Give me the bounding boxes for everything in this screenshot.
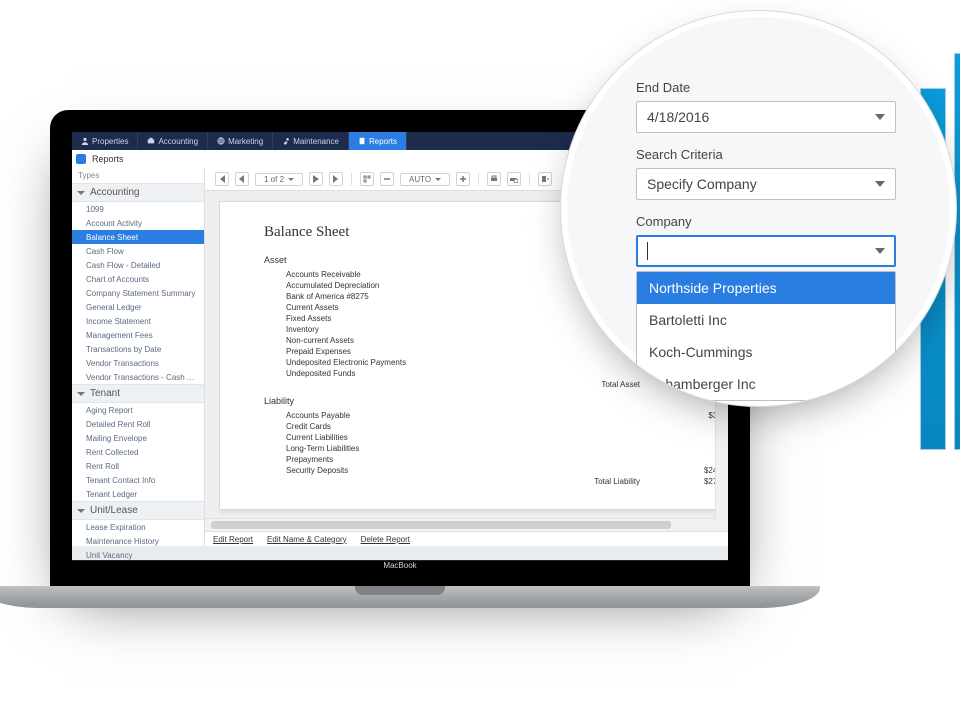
group-header[interactable]: Accounting bbox=[72, 183, 204, 202]
last-page-button[interactable] bbox=[329, 172, 343, 186]
chevron-down-icon bbox=[875, 114, 885, 120]
report-row: Accounts Payable$3,850.00 bbox=[264, 410, 728, 421]
search-criteria-label: Search Criteria bbox=[636, 147, 896, 162]
document-icon bbox=[358, 137, 366, 145]
sidebar-item[interactable]: Rent Roll bbox=[72, 459, 204, 473]
sidebar-item[interactable]: Detailed Rent Roll bbox=[72, 417, 204, 431]
sidebar-item[interactable]: 1099 bbox=[72, 202, 204, 216]
edit-name-category[interactable]: Edit Name & Category bbox=[267, 535, 347, 544]
company-label: Company bbox=[636, 214, 896, 229]
sidebar-item[interactable]: Tenant Contact Info bbox=[72, 473, 204, 487]
sidebar-item[interactable]: Income Statement bbox=[72, 314, 204, 328]
caret-down-icon bbox=[77, 392, 85, 396]
search-criteria-value: Specify Company bbox=[647, 176, 757, 192]
company-dropdown: Northside Properties Bartoletti Inc Koch… bbox=[636, 271, 896, 401]
sidebar-item[interactable]: Maintenance History bbox=[72, 534, 204, 548]
page-text: 1 of 2 bbox=[264, 175, 284, 184]
end-date-label: End Date bbox=[636, 80, 896, 95]
reports-icon bbox=[76, 154, 86, 164]
sidebar-item[interactable]: Transactions by Date bbox=[72, 342, 204, 356]
chevron-down-icon bbox=[435, 178, 441, 181]
report-row: Current Liabilities$0.00 bbox=[264, 432, 728, 443]
sidebar-item[interactable]: Lease Expiration bbox=[72, 520, 204, 534]
nav-label: Maintenance bbox=[293, 137, 339, 146]
chevron-down-icon bbox=[875, 181, 885, 187]
sidebar-item[interactable]: Chart of Accounts bbox=[72, 272, 204, 286]
sidebar-item[interactable]: Vendor Transactions bbox=[72, 356, 204, 370]
report-sidebar: Types Accounting 1099Account ActivityBala… bbox=[72, 168, 205, 546]
report-row: Prepayments$0.00 bbox=[264, 454, 728, 465]
text-cursor bbox=[647, 242, 648, 260]
zoom-level[interactable]: AUTO bbox=[400, 173, 450, 186]
sidebar-item[interactable]: Cash Flow - Detailed bbox=[72, 258, 204, 272]
sidebar-item[interactable]: Account Activity bbox=[72, 216, 204, 230]
sidebar-item[interactable]: Vendor Transactions - Cash Ac... bbox=[72, 370, 204, 384]
nav-label: Properties bbox=[92, 137, 128, 146]
play-button[interactable] bbox=[309, 172, 323, 186]
edit-report[interactable]: Edit Report bbox=[213, 535, 253, 544]
company-field[interactable] bbox=[636, 235, 896, 267]
sidebar-item[interactable]: Unit Vacancy bbox=[72, 548, 204, 560]
globe-icon bbox=[217, 137, 225, 145]
macbook-label: MacBook bbox=[72, 560, 728, 570]
nav-reports[interactable]: Reports bbox=[349, 132, 407, 150]
briefcase-icon bbox=[147, 137, 155, 145]
group-title: Tenant bbox=[90, 388, 120, 399]
report-row: Security Deposits$24,000.00 bbox=[264, 465, 728, 476]
zoom-text: AUTO bbox=[409, 175, 431, 184]
report-footer-actions: Edit Report Edit Name & Category Delete … bbox=[205, 531, 728, 546]
sidebar-item[interactable]: Balance Sheet bbox=[72, 230, 204, 244]
zoom-lens: End Date 4/18/2016 Search Criteria Speci… bbox=[560, 10, 957, 407]
group-title: Accounting bbox=[90, 187, 139, 198]
chevron-down-icon bbox=[288, 178, 294, 181]
person-icon bbox=[81, 137, 89, 145]
nav-label: Marketing bbox=[228, 137, 263, 146]
first-page-button[interactable] bbox=[215, 172, 229, 186]
caret-down-icon bbox=[77, 191, 85, 195]
prev-page-button[interactable] bbox=[235, 172, 249, 186]
report-row: Long-Term Liabilities$0.00 bbox=[264, 443, 728, 454]
nav-label: Accounting bbox=[158, 137, 198, 146]
delete-report[interactable]: Delete Report bbox=[361, 535, 410, 544]
nav-maintenance[interactable]: Maintenance bbox=[273, 132, 349, 150]
page-indicator[interactable]: 1 of 2 bbox=[255, 173, 303, 186]
company-option[interactable]: Bartoletti Inc bbox=[637, 304, 895, 336]
sidebar-item[interactable]: Rent Collected bbox=[72, 445, 204, 459]
sidebar-item[interactable]: Tenant Ledger bbox=[72, 487, 204, 501]
company-option[interactable]: Northside Properties bbox=[637, 272, 895, 304]
print-button[interactable] bbox=[487, 172, 501, 186]
total-liability-row: Total Liability$27,850.00 bbox=[264, 476, 728, 487]
sidebar-item[interactable]: Company Statement Summary bbox=[72, 286, 204, 300]
report-row: Credit Cards$0.00 bbox=[264, 421, 728, 432]
company-option[interactable]: Koch-Cummings bbox=[637, 336, 895, 368]
types-label: Types bbox=[72, 168, 204, 183]
group-header[interactable]: Unit/Lease bbox=[72, 501, 204, 520]
group-header[interactable]: Tenant bbox=[72, 384, 204, 403]
end-date-field[interactable]: 4/18/2016 bbox=[636, 101, 896, 133]
sidebar-item[interactable]: Aging Report bbox=[72, 403, 204, 417]
company-option[interactable]: Schamberger Inc bbox=[637, 368, 895, 400]
zoom-in-button[interactable] bbox=[456, 172, 470, 186]
nav-accounting[interactable]: Accounting bbox=[138, 132, 208, 150]
end-date-value: 4/18/2016 bbox=[647, 109, 709, 125]
zoom-toggle-button[interactable] bbox=[360, 172, 374, 186]
caret-down-icon bbox=[77, 509, 85, 513]
sidebar-item[interactable]: Cash Flow bbox=[72, 244, 204, 258]
search-criteria-field[interactable]: Specify Company bbox=[636, 168, 896, 200]
sidebar-item[interactable]: General Ledger bbox=[72, 300, 204, 314]
zoom-out-button[interactable] bbox=[380, 172, 394, 186]
nav-marketing[interactable]: Marketing bbox=[208, 132, 273, 150]
group-title: Unit/Lease bbox=[90, 505, 138, 516]
wrench-icon bbox=[282, 137, 290, 145]
sidebar-item[interactable]: Mailing Envelope bbox=[72, 431, 204, 445]
nav-properties[interactable]: Properties bbox=[72, 132, 138, 150]
chevron-down-icon bbox=[875, 248, 885, 254]
nav-label: Reports bbox=[369, 137, 397, 146]
sidebar-item[interactable]: Management Fees bbox=[72, 328, 204, 342]
horizontal-scrollbar[interactable] bbox=[205, 518, 716, 531]
print-settings-button[interactable] bbox=[507, 172, 521, 186]
subbar-title: Reports bbox=[92, 154, 124, 164]
export-button[interactable] bbox=[538, 172, 552, 186]
